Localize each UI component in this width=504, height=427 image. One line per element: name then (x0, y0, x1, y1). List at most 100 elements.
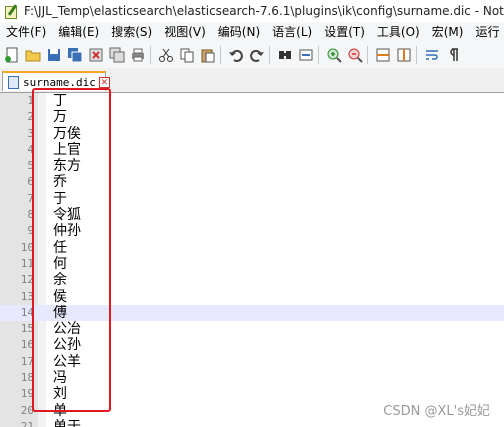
line-text: 上官 (53, 141, 81, 158)
zoom-in-icon[interactable] (325, 46, 343, 64)
sync-horizontal-icon[interactable] (395, 46, 413, 64)
editor-line[interactable]: 12 余 (0, 272, 504, 288)
paste-icon[interactable] (199, 46, 217, 64)
menu-bar: 文件(F) 编辑(E) 搜索(S) 视图(V) 编码(N) 语言(L) 设置(T… (0, 22, 504, 42)
editor-line[interactable]: 1丁 (0, 93, 504, 109)
menu-tools[interactable]: 工具(O) (371, 22, 426, 42)
line-number: 20 (20, 403, 34, 417)
line-number: 6 (27, 175, 34, 189)
menu-macro[interactable]: 宏(M) (426, 22, 470, 42)
line-text: 丁 (53, 93, 67, 109)
save-all-icon[interactable] (66, 46, 84, 64)
line-number: 10 (20, 240, 34, 254)
editor-line[interactable]: 6乔 (0, 174, 504, 190)
line-number: 12 (20, 273, 34, 287)
editor-line[interactable]: 21 单于 (0, 419, 504, 427)
line-text: 公孙 (53, 337, 81, 354)
line-text: 公羊 (53, 353, 81, 370)
menu-edit[interactable]: 编辑(E) (52, 22, 105, 42)
line-number: 21 (20, 419, 34, 427)
cut-icon[interactable] (157, 46, 175, 64)
close-icon[interactable] (87, 46, 105, 64)
redo-icon[interactable] (248, 46, 266, 64)
menu-file[interactable]: 文件(F) (0, 22, 52, 42)
menu-search[interactable]: 搜索(S) (105, 22, 158, 42)
find-icon[interactable] (276, 46, 294, 64)
editor-lines: 1丁 2万 3 万俟 4 上官 5 东方 6乔 7于 8 令狐 9 仲孙 10 任 11 何 … (0, 93, 504, 427)
open-file-icon[interactable] (24, 46, 42, 64)
toolbar-separator (318, 46, 319, 64)
editor-line[interactable]: 3 万俟 (0, 126, 504, 142)
line-number: 19 (20, 387, 34, 401)
line-text: 仲孙 (53, 223, 81, 240)
editor[interactable]: 1丁 2万 3 万俟 4 上官 5 东方 6乔 7于 8 令狐 9 仲孙 10 任 11 何 … (0, 93, 504, 427)
toolbar-separator (416, 46, 417, 64)
tab-close-icon[interactable]: ✕ (98, 76, 110, 88)
editor-line-current[interactable]: 14 傅 (0, 304, 504, 322)
editor-line[interactable]: 2万 (0, 109, 504, 125)
line-text: 令狐 (53, 207, 81, 224)
tab-label: surname.dic (23, 75, 96, 89)
line-number: 13 (20, 289, 34, 303)
editor-line[interactable]: 5 东方 (0, 158, 504, 174)
line-number: 4 (27, 142, 34, 156)
replace-icon[interactable] (297, 46, 315, 64)
editor-line[interactable]: 9 仲孙 (0, 223, 504, 239)
menu-language[interactable]: 语言(L) (266, 22, 318, 42)
line-text: 公冶 (53, 321, 81, 338)
line-text: 东方 (53, 158, 81, 175)
tab-bar: surname.dic ✕ (0, 68, 504, 93)
word-wrap-icon[interactable] (423, 46, 441, 64)
new-file-icon[interactable] (3, 46, 21, 64)
show-all-chars-icon[interactable] (444, 46, 462, 64)
line-number: 8 (27, 208, 34, 222)
toolbar (0, 42, 504, 69)
editor-line[interactable]: 11 何 (0, 256, 504, 272)
title-bar: F:\JJL_Temp\elasticsearch\elasticsearch-… (0, 0, 504, 22)
line-text: 余 (53, 272, 67, 289)
editor-line[interactable]: 18 冯 (0, 370, 504, 386)
close-all-icon[interactable] (108, 46, 126, 64)
print-icon[interactable] (129, 46, 147, 64)
copy-icon[interactable] (178, 46, 196, 64)
zoom-out-icon[interactable] (346, 46, 364, 64)
save-icon[interactable] (45, 46, 63, 64)
line-number: 7 (27, 191, 34, 205)
line-number: 5 (27, 159, 34, 173)
notepad-plus-plus-icon (4, 4, 18, 19)
line-number: 11 (20, 256, 34, 270)
menu-view[interactable]: 视图(V) (158, 22, 212, 42)
toolbar-separator (150, 46, 151, 64)
editor-line[interactable]: 15 公冶 (0, 321, 504, 337)
line-number: 16 (20, 338, 34, 352)
toolbar-separator (367, 46, 368, 64)
menu-settings[interactable]: 设置(T) (318, 22, 371, 42)
editor-line[interactable]: 17 公羊 (0, 354, 504, 370)
line-text: 乔 (53, 174, 67, 191)
tab-surname-dic[interactable]: surname.dic ✕ (2, 71, 110, 91)
editor-line[interactable]: 4 上官 (0, 142, 504, 158)
line-text: 万 (53, 109, 67, 126)
line-number: 1 (27, 94, 34, 107)
toolbar-separator (220, 46, 221, 64)
menu-run[interactable]: 运行 (469, 22, 504, 42)
editor-line[interactable]: 10 任 (0, 240, 504, 256)
csdn-watermark: CSDN @XL's妃妃 (383, 404, 490, 419)
editor-line[interactable]: 16 公孙 (0, 337, 504, 353)
line-number: 14 (0, 304, 34, 322)
editor-line[interactable]: 7于 (0, 191, 504, 207)
line-number: 3 (27, 126, 34, 140)
undo-icon[interactable] (227, 46, 245, 64)
line-number: 15 (20, 322, 34, 336)
sync-vertical-icon[interactable] (374, 46, 392, 64)
window-title: F:\JJL_Temp\elasticsearch\elasticsearch-… (24, 4, 504, 18)
line-text: 侯 (53, 288, 67, 305)
line-number: 2 (27, 110, 34, 124)
line-text: 刘 (53, 386, 67, 403)
editor-line[interactable]: 13 侯 (0, 289, 504, 305)
line-text: 万俟 (53, 125, 81, 142)
line-number: 17 (20, 354, 34, 368)
editor-line[interactable]: 8 令狐 (0, 207, 504, 223)
line-text: 傅 (53, 304, 67, 321)
menu-encoding[interactable]: 编码(N) (212, 22, 266, 42)
